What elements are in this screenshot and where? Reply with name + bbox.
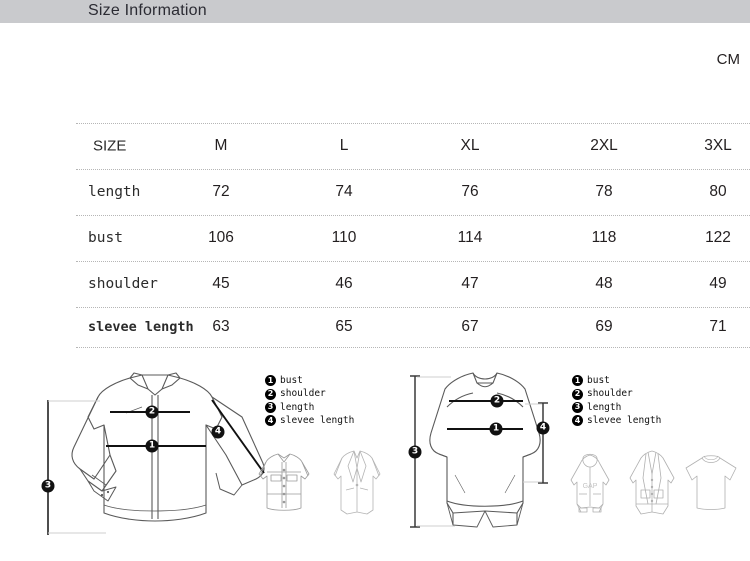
legend-badge-3: 3	[572, 401, 583, 413]
legend-item: 4 slevee length	[572, 414, 661, 427]
cell-bust-2xl: 118	[591, 229, 617, 246]
tshirt-thumbnail	[685, 455, 737, 510]
cell-length-l: 74	[335, 183, 353, 200]
cell-length-m: 72	[212, 183, 230, 200]
denim-jacket-thumbnail	[258, 453, 310, 511]
cell-shoulder-m: 45	[212, 275, 230, 292]
cell-length-xl: 76	[461, 183, 479, 200]
badge-bust-left: 1	[145, 439, 159, 453]
cell-bust-3xl: 122	[705, 229, 731, 246]
legend-left: 1 bust 2 shoulder 3 length 4 slevee leng…	[265, 374, 354, 428]
legend-badge-2: 2	[572, 388, 583, 400]
legend-label-length: length	[280, 401, 315, 413]
badge-length-right: 3	[408, 445, 422, 459]
legend-badge-1: 1	[265, 375, 276, 387]
legend-badge-1: 1	[572, 375, 583, 387]
cell-shoulder-l: 46	[335, 275, 353, 292]
legend-item: 2 shoulder	[572, 387, 661, 400]
table-row: shoulder 45 46 47 48 49	[76, 261, 750, 307]
legend-label-slevee-length: slevee length	[587, 415, 662, 427]
unit-label: CM	[716, 51, 740, 68]
hoodie-thumbnail: GAP	[570, 453, 610, 513]
legend-label-shoulder: shoulder	[280, 388, 326, 400]
column-header-xl: XL	[460, 137, 480, 154]
cell-shoulder-xl: 47	[461, 275, 479, 292]
column-header-2xl: 2XL	[590, 137, 618, 154]
legend-label-shoulder: shoulder	[587, 388, 633, 400]
legend-item: 3 length	[572, 401, 661, 414]
row-label-shoulder: shoulder	[88, 276, 158, 292]
legend-item: 1 bust	[572, 374, 661, 387]
legend-item: 1 bust	[265, 374, 354, 387]
legend-badge-4: 4	[572, 415, 583, 427]
column-header-size: SIZE	[93, 137, 127, 155]
legend-item: 2 shoulder	[265, 387, 354, 400]
legend-right: 1 bust 2 shoulder 3 length 4 slevee leng…	[572, 374, 661, 428]
cell-bust-m: 106	[208, 229, 234, 246]
table-row: length 72 74 76 78 80	[76, 169, 750, 215]
badge-bust-right: 1	[489, 422, 503, 436]
table-row: bust 106 110 114 118 122	[76, 215, 750, 261]
legend-item: 4 slevee length	[265, 414, 354, 427]
page-title: Size Information	[88, 2, 207, 19]
cell-length-3xl: 80	[709, 183, 727, 200]
row-label-length: length	[88, 184, 141, 200]
legend-badge-3: 3	[265, 401, 276, 413]
column-header-l: L	[339, 137, 349, 154]
legend-badge-4: 4	[265, 415, 276, 427]
column-header-3xl: 3XL	[704, 137, 732, 154]
sweatshirt-diagram	[410, 372, 548, 528]
legend-label-length: length	[587, 401, 622, 413]
table-header-row: SIZE M L XL 2XL 3XL	[76, 123, 750, 169]
cell-bust-xl: 114	[457, 229, 483, 246]
legend-label-bust: bust	[280, 375, 303, 386]
cell-bust-l: 110	[331, 229, 357, 246]
cell-shoulder-2xl: 48	[595, 275, 613, 292]
cell-shoulder-3xl: 49	[709, 275, 727, 292]
legend-label-bust: bust	[587, 375, 610, 386]
legend-label-slevee-length: slevee length	[280, 415, 355, 427]
cardigan-thumbnail	[629, 450, 675, 515]
dress-shirt-diagram	[47, 372, 265, 535]
badge-sleeve-right: 4	[536, 421, 550, 435]
legend-item: 3 length	[265, 401, 354, 414]
diagram-area: 2 1 4 3 1 bust 2 shoulder 3 length 4 sle…	[0, 310, 750, 561]
column-header-m: M	[214, 137, 228, 154]
blazer-thumbnail	[333, 450, 381, 515]
badge-sleeve-left: 4	[211, 425, 225, 439]
row-label-bust: bust	[88, 230, 123, 246]
svg-text:GAP: GAP	[583, 483, 598, 490]
cell-length-2xl: 78	[595, 183, 613, 200]
badge-length-left: 3	[41, 479, 55, 493]
badge-shoulder-left: 2	[145, 405, 159, 419]
legend-badge-2: 2	[265, 388, 276, 400]
badge-shoulder-right: 2	[490, 394, 504, 408]
